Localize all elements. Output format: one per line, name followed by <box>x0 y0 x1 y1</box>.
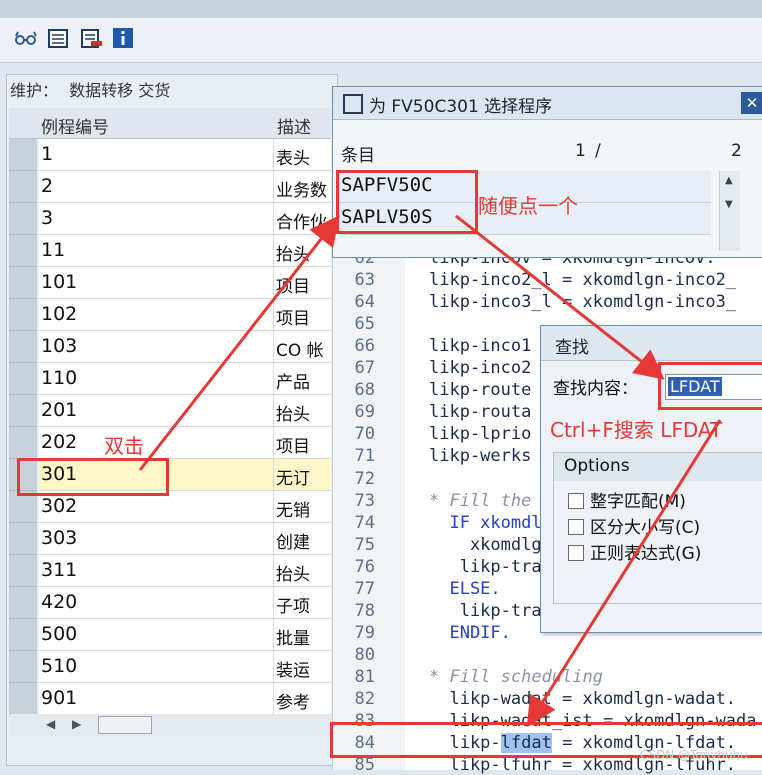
arrow-dialog-to-find <box>455 214 665 380</box>
arrow-row-to-dialog <box>138 215 340 471</box>
arrow-find-to-line <box>526 419 722 728</box>
watermark: CSDN @Tonyhuhu <box>640 748 748 762</box>
annotation-arrows <box>138 214 722 728</box>
